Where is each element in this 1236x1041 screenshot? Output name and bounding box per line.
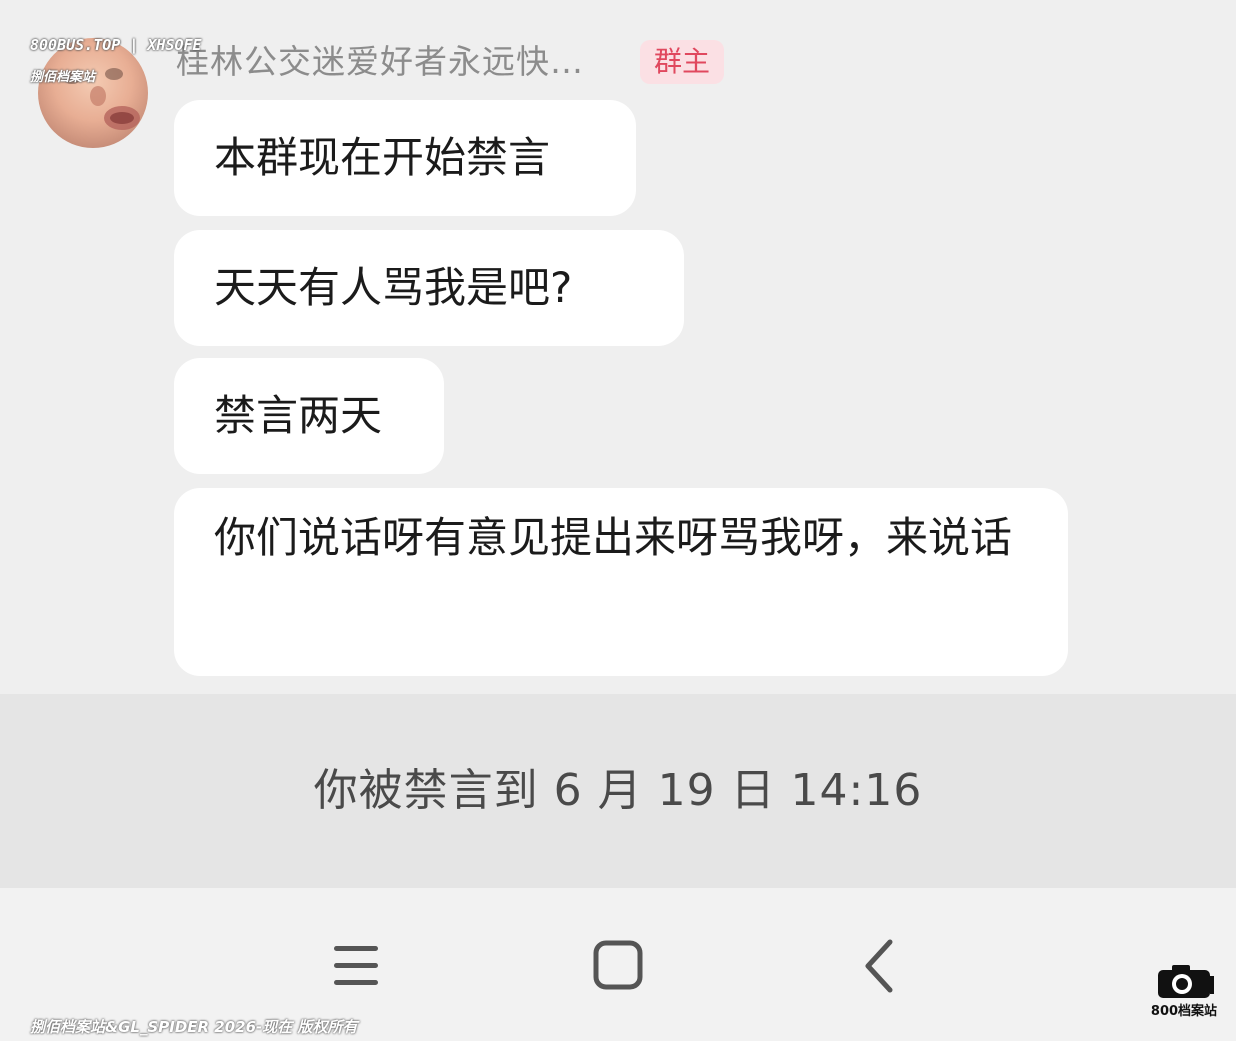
menu-icon[interactable] [324, 936, 388, 996]
sender-name[interactable]: 桂林公交迷爱好者永远快… [176, 38, 584, 86]
mute-notice-bar: 你被禁言到 6 月 19 日 14:16 [0, 694, 1236, 888]
watermark-top-sub: 捌佰档案站 [30, 70, 96, 85]
mute-notice-text: 你被禁言到 6 月 19 日 14:16 [313, 765, 923, 816]
chat-area: 桂林公交迷爱好者永远快… 群主 本群现在开始禁言 天天有人骂我是吧? 禁言两天 … [0, 0, 1236, 694]
watermark-logo-text: 800档案站 [1150, 1004, 1218, 1019]
watermark-logo: 800档案站 [1148, 962, 1220, 1022]
message-bubble[interactable]: 你们说话呀有意见提出来呀骂我呀，来说话 [174, 488, 1068, 676]
message-bubble[interactable]: 天天有人骂我是吧? [174, 230, 684, 346]
message-bubble[interactable]: 禁言两天 [174, 358, 444, 474]
camera-icon [1158, 965, 1214, 998]
back-icon[interactable] [846, 936, 910, 996]
watermark-top: 800BUS.TOP | XHSOFE [30, 36, 202, 54]
sender-avatar[interactable] [38, 38, 148, 148]
avatar-face-image [63, 68, 140, 130]
message-bubble[interactable]: 本群现在开始禁言 [174, 100, 636, 216]
watermark-bottom: 捌佰档案站&GL_SPIDER 2026-现在 版权所有 [30, 1018, 358, 1036]
group-owner-badge: 群主 [640, 40, 724, 84]
home-icon[interactable] [586, 936, 650, 996]
